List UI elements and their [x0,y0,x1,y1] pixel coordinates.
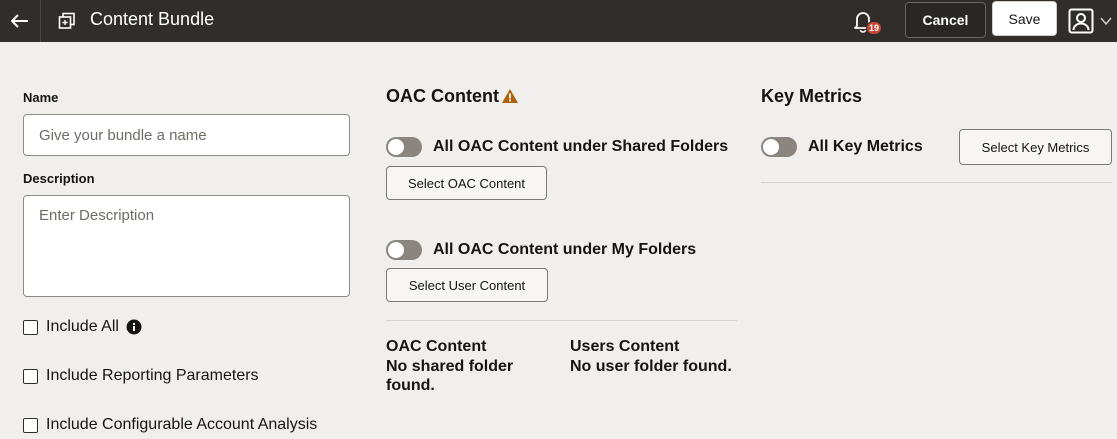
checkbox-label: Include All [46,318,119,335]
my-folders-toggle[interactable] [386,240,422,260]
arrow-left-icon [11,14,28,28]
key-metrics-toggle-label: All Key Metrics [808,138,923,155]
info-icon[interactable] [126,319,142,335]
checkbox-label: Include Reporting Parameters [46,367,259,384]
app-header: Content Bundle 19 Cancel Save [0,0,1117,42]
select-user-content-button[interactable]: Select User Content [386,268,548,302]
notification-badge: 19 [866,21,882,35]
key-metrics-title: Key Metrics [761,86,863,106]
back-button[interactable] [0,0,41,42]
select-key-metrics-button[interactable]: Select Key Metrics [959,129,1112,165]
bundle-icon [58,12,75,29]
oac-content-heading: OAC Content [386,338,487,355]
users-content-heading: Users Content [570,338,680,355]
oac-content-message: No shared folder found. [386,358,514,394]
page-title: Content Bundle [90,9,215,29]
select-oac-content-button[interactable]: Select OAC Content [386,166,547,200]
description-label: Description [23,171,95,186]
oac-section-title: OAC Content [386,86,499,106]
cancel-button[interactable]: Cancel [905,2,986,38]
include-configurable-account-analysis-checkbox[interactable]: Include Configurable Account Analysis [23,416,317,434]
checkbox-box[interactable] [23,319,38,335]
name-label: Name [23,90,59,105]
save-button[interactable]: Save [992,1,1057,36]
checkbox-box[interactable] [23,417,38,433]
users-content-message: No user folder found. [570,358,732,375]
shared-folders-toggle[interactable] [386,137,422,157]
description-input[interactable] [23,195,350,297]
include-reporting-parameters-checkbox[interactable]: Include Reporting Parameters [23,367,259,385]
key-metrics-divider [761,182,1112,183]
checkbox-box[interactable] [23,368,38,384]
name-input[interactable] [23,114,350,156]
user-avatar-icon[interactable] [1068,8,1094,34]
chevron-down-icon[interactable] [1100,16,1112,26]
warning-icon [502,89,518,103]
my-folders-toggle-label: All OAC Content under My Folders [433,241,697,258]
checkbox-label: Include Configurable Account Analysis [46,416,318,433]
key-metrics-toggle[interactable] [761,137,797,157]
oac-divider [386,320,737,321]
include-all-checkbox[interactable]: Include All [23,318,142,336]
shared-folders-toggle-label: All OAC Content under Shared Folders [433,138,729,155]
